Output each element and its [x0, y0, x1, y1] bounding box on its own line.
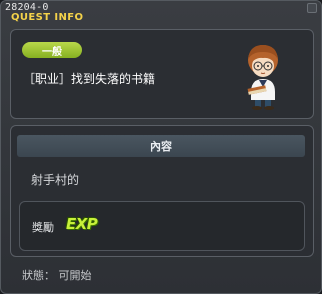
content-header: 內容	[17, 135, 305, 157]
reward-label: 獎勵	[32, 221, 54, 234]
exp-icon: EXP	[66, 215, 98, 233]
quest-category-badge: 一般	[22, 42, 82, 58]
quest-info-window: 28204-0 QUEST INFO 一般 ［职业］找到失落的书籍 內容 射手村…	[0, 0, 322, 294]
content-text: 射手村的	[31, 173, 80, 187]
quest-status: 狀態： 可開始	[22, 269, 92, 282]
quest-header-panel: 一般 ［职业］找到失落的书籍	[10, 29, 314, 119]
close-button[interactable]	[307, 3, 317, 13]
window-title: QUEST INFO	[11, 12, 84, 23]
quest-title: ［职业］找到失落的书籍	[23, 72, 156, 86]
npc-portrait-icon	[247, 45, 278, 110]
quest-content-panel: 內容 射手村的 獎勵 EXP	[10, 125, 314, 257]
reward-box: 獎勵 EXP	[19, 201, 305, 251]
